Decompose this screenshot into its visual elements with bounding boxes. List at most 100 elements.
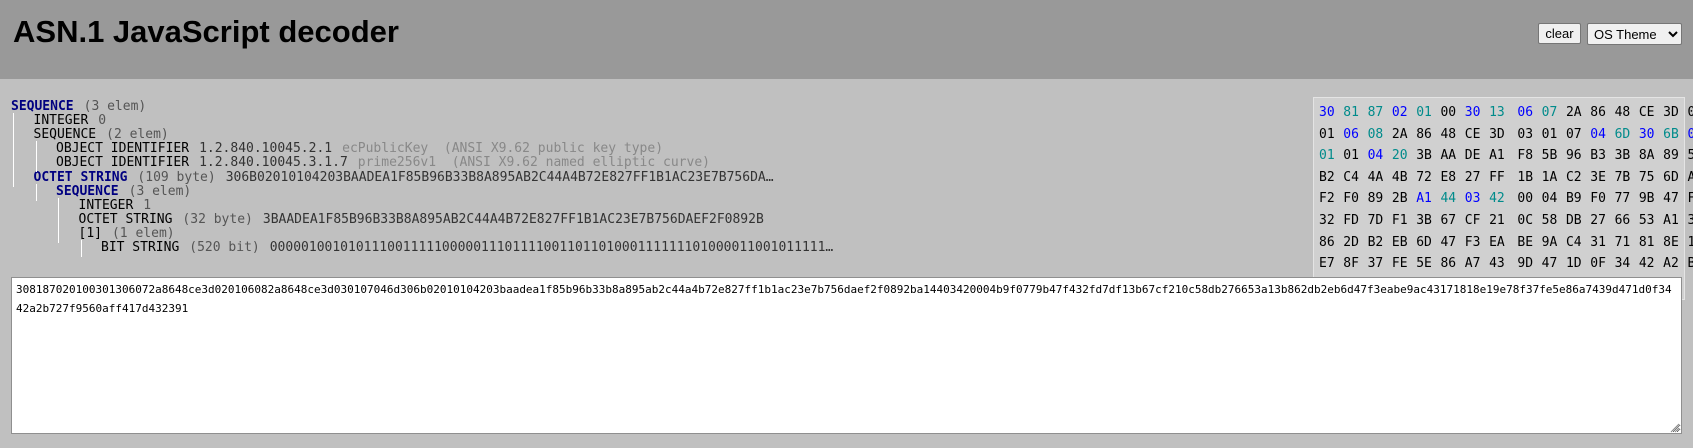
hex-byte[interactable]: B7 (1687, 256, 1693, 272)
hex-byte[interactable]: B2 (1368, 235, 1392, 251)
hex-byte[interactable]: DB (1566, 213, 1590, 229)
hex-byte[interactable]: 67 (1440, 213, 1464, 229)
hex-byte[interactable]: 7B (1615, 170, 1639, 186)
tree-node[interactable]: [1] (1 elem) (79, 226, 175, 241)
hex-byte[interactable]: CF (1465, 213, 1489, 229)
hex-byte[interactable]: F0 (1343, 191, 1367, 207)
hex-byte[interactable]: 4A (1368, 170, 1392, 186)
tree-node[interactable]: OBJECT IDENTIFIER 1.2.840.10045.2.1 ecPubl… (56, 141, 663, 156)
hex-byte[interactable]: 1A (1542, 170, 1566, 186)
hex-byte[interactable]: 02 (1392, 105, 1416, 121)
hex-byte[interactable]: 89 (1663, 148, 1687, 164)
hex-byte[interactable]: 34 (1615, 256, 1639, 272)
hex-byte[interactable]: 3D (1663, 105, 1687, 121)
hex-byte[interactable]: 9B (1639, 191, 1663, 207)
hex-byte[interactable]: F0 (1590, 191, 1614, 207)
hex-byte[interactable]: 7D (1368, 213, 1392, 229)
hex-byte[interactable]: 71 (1615, 235, 1639, 251)
hex-byte[interactable]: 01 (1343, 148, 1367, 164)
hex-byte[interactable]: 0F (1590, 256, 1614, 272)
hex-byte[interactable]: 86 (1440, 256, 1464, 272)
hex-byte[interactable]: 06 (1343, 127, 1367, 143)
hex-byte[interactable]: 03 (1517, 127, 1541, 143)
hex-byte[interactable]: C4 (1566, 235, 1590, 251)
hex-byte[interactable]: C4 (1343, 170, 1367, 186)
hex-byte[interactable]: 04 (1542, 191, 1566, 207)
hex-byte[interactable]: 31 (1590, 235, 1614, 251)
hex-byte[interactable]: 66 (1615, 213, 1639, 229)
resize-grip-icon[interactable] (1669, 422, 1680, 433)
hex-byte[interactable]: 21 (1489, 213, 1513, 229)
hex-byte[interactable]: 01 (1319, 127, 1343, 143)
hex-byte[interactable]: 53 (1639, 213, 1663, 229)
hex-byte[interactable]: 9D (1517, 256, 1541, 272)
hex-byte[interactable]: 87 (1368, 105, 1392, 121)
hex-byte[interactable]: 07 (1566, 127, 1590, 143)
tree-node[interactable]: SEQUENCE (3 elem) (11, 99, 146, 114)
hex-byte[interactable]: 47 (1663, 191, 1687, 207)
hex-input-textarea[interactable]: 308187020100301306072a8648ce3d020106082a… (11, 277, 1682, 434)
hex-byte[interactable]: A1 (1489, 148, 1513, 164)
hex-byte[interactable]: 30 (1465, 105, 1489, 121)
hex-byte[interactable]: F4 (1687, 191, 1693, 207)
hex-byte[interactable]: 8A (1639, 148, 1663, 164)
hex-byte[interactable]: 43 (1489, 256, 1513, 272)
hex-byte[interactable]: 48 (1615, 105, 1639, 121)
hex-byte[interactable]: 06 (1517, 105, 1541, 121)
hex-byte[interactable]: 9A (1542, 235, 1566, 251)
hex-byte[interactable]: B3 (1590, 148, 1614, 164)
hex-byte[interactable]: EA (1489, 235, 1513, 251)
hex-byte[interactable]: 1D (1566, 256, 1590, 272)
hex-byte[interactable]: 2A (1566, 105, 1590, 121)
hex-byte[interactable]: 37 (1368, 256, 1392, 272)
hex-byte[interactable]: 75 (1639, 170, 1663, 186)
hex-byte[interactable]: 08 (1368, 127, 1392, 143)
hex-byte[interactable]: 5B (1542, 148, 1566, 164)
hex-byte[interactable]: EB (1392, 235, 1416, 251)
hex-byte[interactable]: 30 (1319, 105, 1343, 121)
hex-byte[interactable]: F1 (1392, 213, 1416, 229)
hex-byte[interactable]: 42 (1639, 256, 1663, 272)
hex-byte[interactable]: 01 (1319, 148, 1343, 164)
hex-byte[interactable]: 1B (1517, 170, 1541, 186)
hex-byte[interactable]: A7 (1465, 256, 1489, 272)
tree-node[interactable]: BIT STRING (520 bit) 000001001010111001111… (101, 240, 833, 255)
hex-byte[interactable]: CE (1639, 105, 1663, 121)
hex-byte[interactable]: 3B (1687, 213, 1693, 229)
hex-byte[interactable]: 5E (1416, 256, 1440, 272)
hex-byte[interactable]: 02 (1687, 127, 1693, 143)
hex-byte[interactable]: 00 (1517, 191, 1541, 207)
tree-node[interactable]: INTEGER 1 (79, 198, 152, 213)
hex-byte[interactable]: 3E (1590, 170, 1614, 186)
hex-byte[interactable]: 02 (1687, 105, 1693, 121)
clear-button[interactable]: clear (1538, 23, 1581, 44)
hex-byte[interactable]: 3B (1416, 148, 1440, 164)
hex-byte[interactable]: CE (1465, 127, 1489, 143)
hex-byte[interactable]: 6B (1663, 127, 1687, 143)
hex-byte[interactable]: 5A (1687, 148, 1693, 164)
hex-byte[interactable]: 6D (1615, 127, 1639, 143)
hex-byte[interactable]: 20 (1392, 148, 1416, 164)
hex-byte[interactable]: 47 (1542, 256, 1566, 272)
hex-byte[interactable]: 3D (1489, 127, 1513, 143)
hex-byte[interactable]: F3 (1465, 235, 1489, 251)
hex-byte[interactable]: 3B (1416, 213, 1440, 229)
hex-byte[interactable]: B9 (1566, 191, 1590, 207)
hex-byte[interactable]: 27 (1590, 213, 1614, 229)
hex-byte[interactable]: 6D (1663, 170, 1687, 186)
hex-byte[interactable]: E8 (1440, 170, 1464, 186)
hex-byte[interactable]: 58 (1542, 213, 1566, 229)
hex-byte[interactable]: F2 (1319, 191, 1343, 207)
hex-byte[interactable]: A1 (1663, 213, 1687, 229)
hex-byte[interactable]: 47 (1440, 235, 1464, 251)
hex-byte[interactable]: 89 (1368, 191, 1392, 207)
hex-byte[interactable]: 30 (1639, 127, 1663, 143)
tree-node[interactable]: INTEGER 0 (34, 113, 107, 128)
tree-node[interactable]: OCTET STRING (109 byte) 306B02010104203BAA… (34, 170, 774, 185)
hex-byte[interactable]: 07 (1542, 105, 1566, 121)
hex-byte[interactable]: 2B (1392, 191, 1416, 207)
hex-byte[interactable]: 13 (1489, 105, 1513, 121)
hex-byte[interactable]: FE (1392, 256, 1416, 272)
hex-byte[interactable]: F8 (1517, 148, 1541, 164)
hex-byte[interactable]: E7 (1319, 256, 1343, 272)
